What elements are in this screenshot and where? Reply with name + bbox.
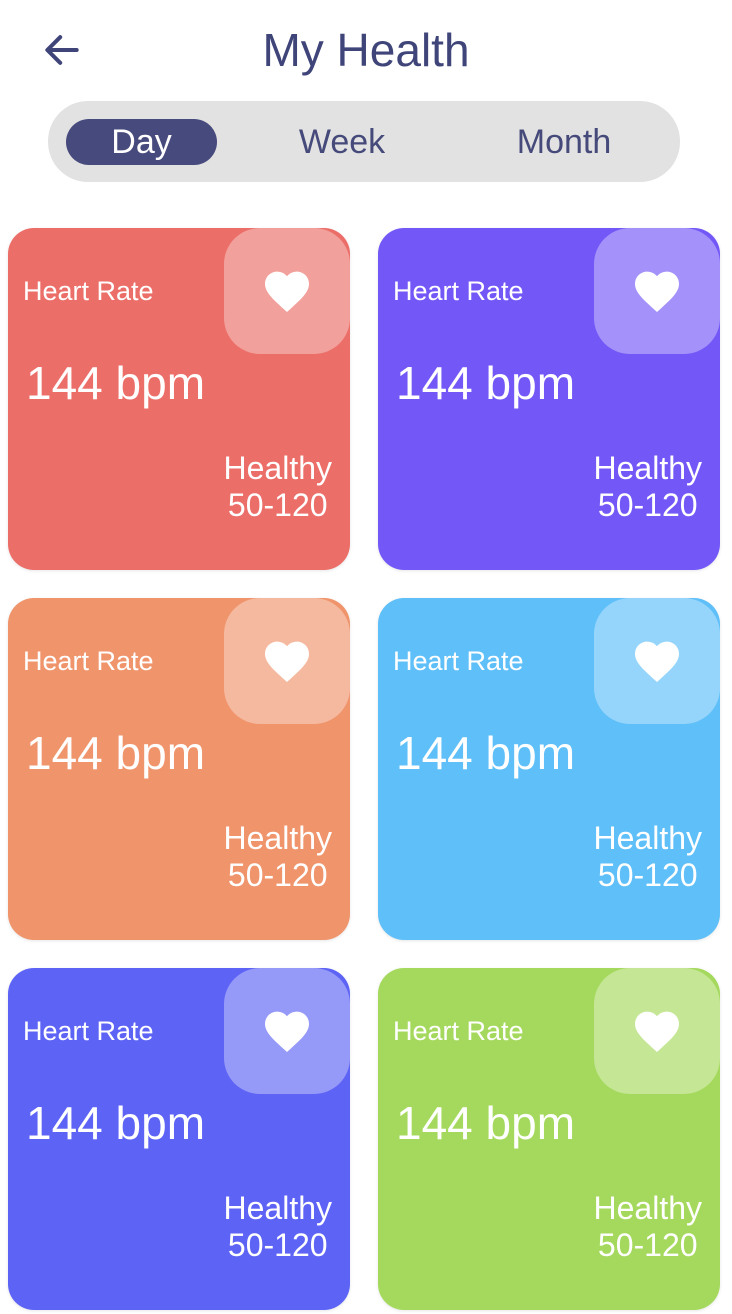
metric-status: Healthy 50-120	[594, 450, 703, 524]
metric-status: Healthy 50-120	[224, 1190, 333, 1264]
tab-day[interactable]: Day	[66, 119, 217, 165]
heart-icon	[265, 271, 309, 312]
heart-icon-container	[594, 228, 720, 354]
status-range: 50-120	[227, 487, 328, 523]
status-text: Healthy	[223, 820, 333, 856]
heart-rate-card[interactable]: Heart Rate 144 bpm Healthy 50-120	[378, 598, 720, 940]
heart-icon-container	[594, 598, 720, 724]
metric-label: Heart Rate	[23, 646, 154, 676]
metric-status: Healthy 50-120	[224, 820, 333, 894]
status-text: Healthy	[223, 1190, 333, 1226]
status-text: Healthy	[593, 820, 703, 856]
metric-label: Heart Rate	[23, 276, 154, 306]
metric-label: Heart Rate	[393, 646, 524, 676]
heart-rate-card[interactable]: Heart Rate 144 bpm Healthy 50-120	[8, 968, 350, 1310]
status-text: Healthy	[593, 1190, 703, 1226]
metric-status: Healthy 50-120	[224, 450, 333, 524]
period-tabs: Day Week Month	[48, 101, 680, 182]
heart-rate-card[interactable]: Heart Rate 144 bpm Healthy 50-120	[378, 228, 720, 570]
header: My Health	[0, 0, 732, 100]
metric-value: 144 bpm	[396, 1097, 576, 1149]
heart-icon	[265, 641, 309, 682]
metric-label: Heart Rate	[23, 1016, 154, 1046]
heart-icon	[635, 271, 679, 312]
metric-status: Healthy 50-120	[594, 820, 703, 894]
heart-icon	[635, 1011, 679, 1052]
metric-value: 144 bpm	[26, 357, 206, 409]
status-range: 50-120	[597, 487, 698, 523]
heart-icon-container	[224, 228, 350, 354]
metric-value: 144 bpm	[26, 727, 206, 779]
metric-status: Healthy 50-120	[594, 1190, 703, 1264]
status-range: 50-120	[597, 1227, 698, 1263]
heart-icon	[635, 641, 679, 682]
page-title: My Health	[262, 24, 470, 76]
heart-icon-container	[224, 968, 350, 1094]
heart-icon-container	[224, 598, 350, 724]
tab-month[interactable]: Month	[488, 119, 640, 165]
status-range: 50-120	[597, 857, 698, 893]
heart-rate-card[interactable]: Heart Rate 144 bpm Healthy 50-120	[8, 598, 350, 940]
status-text: Healthy	[593, 450, 703, 486]
metric-label: Heart Rate	[393, 276, 524, 306]
metric-label: Heart Rate	[393, 1016, 524, 1046]
metric-value: 144 bpm	[396, 727, 576, 779]
heart-rate-card[interactable]: Heart Rate 144 bpm Healthy 50-120	[378, 968, 720, 1310]
status-range: 50-120	[227, 1227, 328, 1263]
status-text: Healthy	[223, 450, 333, 486]
tab-week[interactable]: Week	[268, 119, 416, 165]
metric-value: 144 bpm	[26, 1097, 206, 1149]
heart-icon-container	[594, 968, 720, 1094]
app-screen: My Health Day Week Month Heart Rate 144 …	[0, 0, 732, 1314]
status-range: 50-120	[227, 857, 328, 893]
heart-rate-card[interactable]: Heart Rate 144 bpm Healthy 50-120	[8, 228, 350, 570]
metric-value: 144 bpm	[396, 357, 576, 409]
heart-icon	[265, 1011, 309, 1052]
